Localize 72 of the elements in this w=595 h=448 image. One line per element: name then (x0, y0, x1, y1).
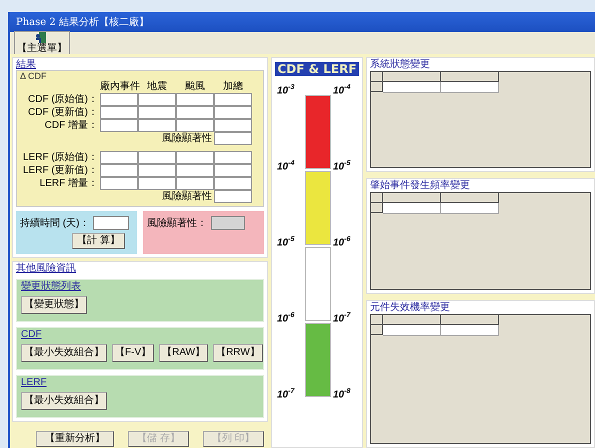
column-header: 加總 (222, 81, 244, 93)
action-button[interactable]: 【最小失效組合】 (21, 344, 107, 362)
value-field[interactable] (214, 151, 252, 164)
duration-label: 持續時間 (天)： (20, 216, 90, 230)
value-field[interactable] (214, 119, 252, 132)
group-title: 變更狀態列表 (21, 281, 82, 293)
tick-label: 10$^{-4}$ (333, 83, 350, 98)
action-button[interactable]: 【RRW】 (213, 344, 263, 362)
value-field[interactable] (214, 164, 252, 177)
panel-title: 系統狀態變更 (370, 59, 431, 71)
value-field[interactable] (100, 106, 138, 119)
row-label: LERF 增量： (38, 177, 99, 190)
value-field[interactable] (138, 119, 176, 132)
tick-label: 10$^{-3}$ (277, 83, 294, 98)
column-header: 颱風 (184, 81, 206, 93)
action-button[interactable]: 【重新分析】 (36, 431, 114, 447)
value-field[interactable] (176, 119, 214, 132)
delta-cdf-title: Δ CDF (20, 71, 48, 81)
tick-label: 10$^{-4}$ (277, 159, 294, 174)
tick-label: 10$^{-7}$ (277, 387, 294, 402)
tick-label: 10$^{-7}$ (333, 311, 350, 326)
significance-field[interactable] (214, 132, 252, 145)
panel-title: 肇始事件發生頻率變更 (370, 180, 471, 192)
group-title: CDF (21, 329, 43, 341)
tick-label: 10$^{-5}$ (333, 159, 350, 174)
results-title: 結果 (16, 59, 37, 70)
value-field[interactable] (138, 177, 176, 190)
row-label: LERF (更新值)： (22, 164, 99, 177)
panel-title: 元件失效機率變更 (370, 302, 451, 314)
tick-label: 10$^{-8}$ (333, 387, 350, 402)
value-field[interactable] (176, 106, 214, 119)
significance-field[interactable] (214, 190, 252, 203)
significance-label: 風險顯著性 (161, 132, 213, 145)
value-field[interactable] (214, 93, 252, 106)
significance-label: 風險顯著性 (161, 190, 213, 203)
value-field[interactable] (100, 119, 138, 132)
scale-title: CDF & LERF (275, 62, 359, 76)
value-field[interactable] (176, 164, 214, 177)
value-field[interactable] (176, 93, 214, 106)
action-button[interactable]: 【最小失效組合】 (21, 392, 107, 410)
value-field[interactable] (138, 93, 176, 106)
value-field[interactable] (214, 106, 252, 119)
tick-label: 10$^{-6}$ (333, 235, 350, 250)
calculate-button[interactable]: 【計 算】 (72, 233, 125, 249)
value-field[interactable] (100, 93, 138, 106)
window-title: Phase 2 結果分析【核二廠】 (10, 12, 595, 32)
row-label: LERF (原始值)： (22, 151, 99, 164)
action-button[interactable]: 【變更狀態】 (21, 296, 87, 314)
value-field[interactable] (176, 177, 214, 190)
tick-label: 10$^{-5}$ (277, 235, 294, 250)
action-button[interactable]: 【RAW】 (159, 344, 208, 362)
group-title: LERF (21, 377, 48, 389)
value-field[interactable] (100, 164, 138, 177)
column-header: 廠內事件 (100, 81, 138, 93)
door-exit-icon (35, 32, 49, 44)
row-label: CDF 增量： (44, 119, 99, 132)
value-field[interactable] (100, 151, 138, 164)
row-label: CDF (原始值)： (27, 93, 99, 106)
duration-field[interactable] (93, 216, 130, 230)
main-menu-button[interactable]: 【主選單】 (14, 31, 70, 55)
value-field[interactable] (176, 151, 214, 164)
other-info-title: 其他風險資訊 (16, 263, 77, 274)
tick-label: 10$^{-6}$ (277, 311, 294, 326)
significance-label: 風險顯著性： (147, 216, 207, 230)
action-button[interactable]: 【F-V】 (112, 344, 154, 362)
value-field[interactable] (138, 151, 176, 164)
column-header: 地震 (146, 81, 168, 93)
value-field[interactable] (138, 106, 176, 119)
value-field[interactable] (100, 177, 138, 190)
row-label: CDF (更新值)： (27, 106, 99, 119)
value-field[interactable] (138, 164, 176, 177)
value-field[interactable] (214, 177, 252, 190)
